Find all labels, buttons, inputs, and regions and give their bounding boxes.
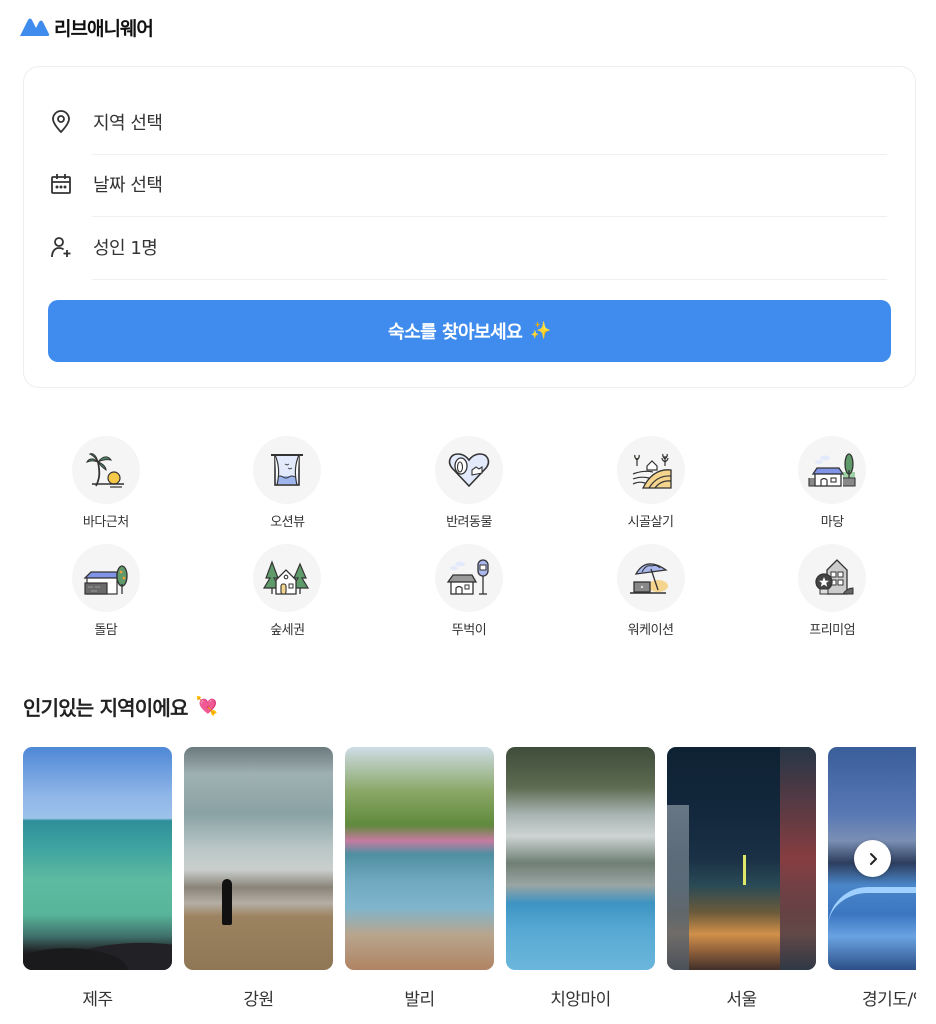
category-item[interactable]: 프리미엄 — [741, 544, 923, 638]
region-name: 발리 — [404, 990, 435, 1010]
region-card-jeju[interactable]: 제주 — [23, 747, 172, 1010]
category-item[interactable]: 워케이션 — [560, 544, 742, 638]
category-label: 뚜벅이 — [451, 623, 487, 638]
user-plus-icon — [48, 234, 74, 260]
category-item[interactable]: 숲세권 — [197, 544, 379, 638]
region-name: 치앙마이 — [550, 990, 611, 1010]
region-card-seoul[interactable]: 서울 — [667, 747, 816, 1010]
yard-house-icon — [798, 436, 867, 504]
region-photo — [345, 747, 494, 970]
region-photo — [23, 747, 172, 970]
category-item[interactable]: 반려동물 — [378, 436, 560, 530]
popular-regions-title-text: 인기있는 지역이에요 — [23, 696, 188, 720]
category-item[interactable]: 뚜벅이 — [378, 544, 560, 638]
header: 리브애니웨어 — [18, 12, 154, 42]
category-label: 돌담 — [94, 623, 118, 638]
region-select[interactable]: 지역 선택 — [48, 91, 887, 153]
category-label: 워케이션 — [627, 623, 674, 638]
workation-icon — [616, 544, 685, 612]
category-label: 반려동물 — [446, 515, 492, 530]
region-photo — [667, 747, 816, 970]
sparkles-icon: ✨ — [530, 321, 551, 341]
region-card-bali[interactable]: 발리 — [345, 747, 494, 1010]
region-select-label: 지역 선택 — [93, 113, 163, 134]
heart-arrow-icon: 💘 — [195, 696, 218, 717]
category-label: 바다근처 — [82, 515, 129, 530]
guest-select-label: 성인 1명 — [93, 238, 158, 259]
category-grid: 바다근처 오션뷰 반려동물 시골살기 마당 돌담 숲세권 뚜벅이 워케이션 프리… — [15, 436, 923, 638]
region-carousel: 제주 강원 발리 치앙마이 서울 경기도/인천 — [23, 747, 916, 1017]
date-select[interactable]: 날짜 선택 — [48, 153, 887, 215]
search-card: 지역 선택 날짜 선택 성인 1명 숙소를 찾아보세요 ✨ — [23, 66, 916, 388]
category-item[interactable]: 마당 — [741, 436, 923, 530]
region-name: 강원 — [243, 990, 274, 1010]
palm-beach-icon — [71, 436, 140, 504]
category-item[interactable]: 돌담 — [15, 544, 197, 638]
brand-logo-icon[interactable] — [18, 16, 50, 38]
category-label: 오션뷰 — [270, 515, 305, 530]
forest-house-icon — [253, 544, 322, 612]
category-label: 시골살기 — [627, 515, 674, 530]
ocean-window-icon — [253, 436, 322, 504]
bus-stop-icon — [434, 544, 503, 612]
region-card-gangwon[interactable]: 강원 — [184, 747, 333, 1010]
search-button-label: 숙소를 찾아보세요 — [388, 322, 523, 343]
category-label: 숲세권 — [270, 623, 305, 638]
region-name: 경기도/인천 — [862, 990, 916, 1010]
region-name: 서울 — [726, 990, 757, 1010]
date-select-label: 날짜 선택 — [93, 175, 163, 196]
divider — [92, 279, 887, 280]
premium-building-icon — [798, 544, 867, 612]
stone-wall-icon — [71, 544, 140, 612]
popular-regions-title: 인기있는 지역이에요 💘 — [23, 692, 218, 721]
map-pin-icon — [48, 109, 74, 135]
search-button[interactable]: 숙소를 찾아보세요 ✨ — [48, 300, 891, 362]
category-label: 프리미엄 — [809, 623, 856, 638]
region-photo — [184, 747, 333, 970]
region-card-gyeonggi[interactable]: 경기도/인천 — [828, 747, 916, 1010]
chevron-right-icon — [869, 852, 877, 865]
pet-heart-icon — [434, 436, 503, 504]
carousel-next-button[interactable] — [854, 840, 891, 877]
region-card-chiangmai[interactable]: 치앙마이 — [506, 747, 655, 1010]
guest-select[interactable]: 성인 1명 — [48, 216, 887, 278]
category-item[interactable]: 바다근처 — [15, 436, 197, 530]
category-item[interactable]: 오션뷰 — [197, 436, 379, 530]
category-item[interactable]: 시골살기 — [560, 436, 742, 530]
brand-name[interactable]: 리브애니웨어 — [54, 14, 154, 41]
region-photo — [506, 747, 655, 970]
countryside-icon — [616, 436, 685, 504]
region-name: 제주 — [82, 990, 113, 1010]
calendar-icon — [48, 171, 74, 197]
category-label: 마당 — [820, 515, 844, 530]
